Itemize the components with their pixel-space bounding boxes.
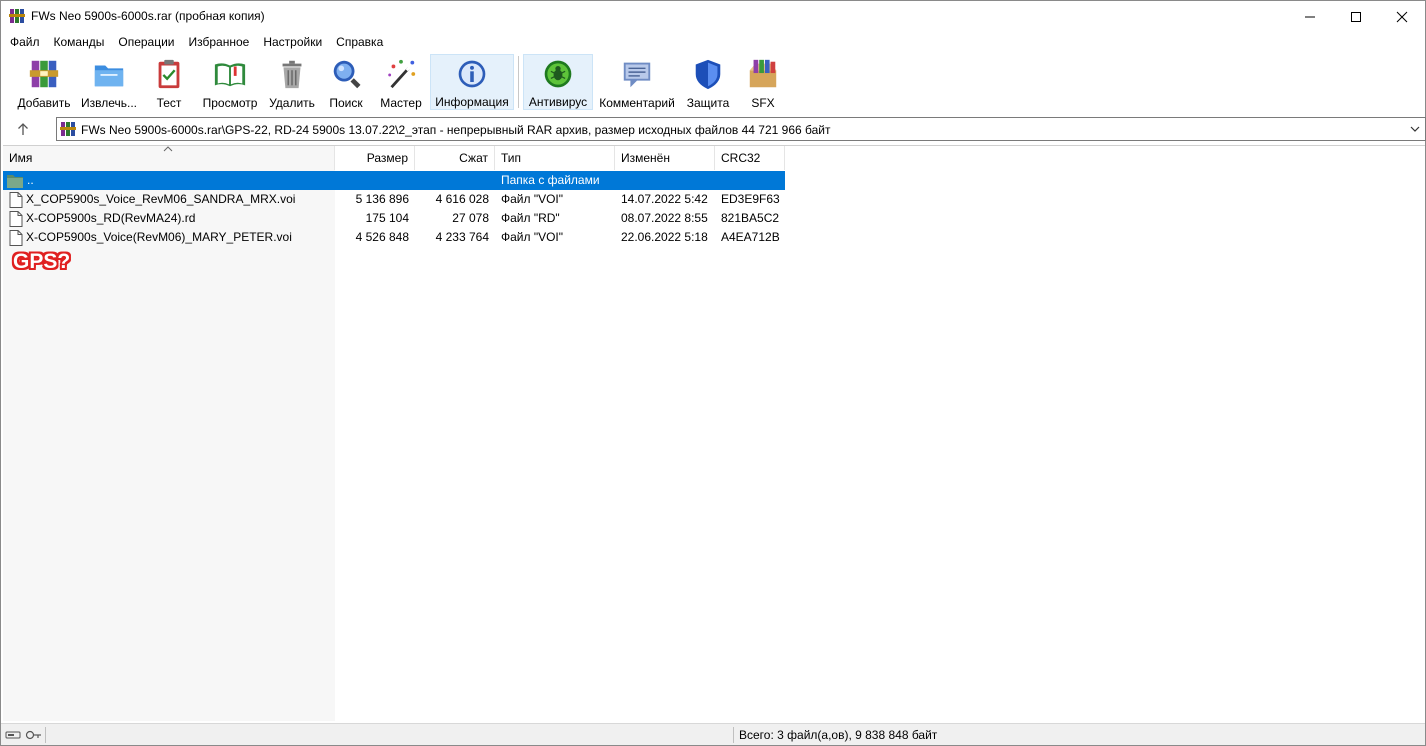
file-icon [9, 230, 23, 246]
comment-bubble-icon [623, 62, 651, 88]
column-header-row: Имя Размер Сжат Тип Изменён CRC32 [3, 146, 785, 170]
magic-wand-icon [388, 59, 416, 89]
shield-icon [695, 59, 721, 90]
file-icon [9, 192, 23, 208]
winrar-window: FWs Neo 5900s-6000s.rar (пробная копия) … [0, 0, 1426, 746]
find-button[interactable]: Поиск [324, 54, 368, 110]
add-button[interactable]: Добавить [15, 54, 73, 110]
menu-settings[interactable]: Настройки [256, 35, 329, 49]
minimize-button[interactable] [1287, 1, 1333, 32]
search-icon [333, 60, 361, 89]
maximize-icon [1351, 11, 1361, 22]
trash-icon [282, 60, 302, 89]
winrar-app-icon [9, 9, 25, 23]
status-total: Всего: 3 файл(а,ов), 9 838 848 байт [739, 728, 938, 742]
antivirus-button[interactable]: Антивирус [523, 54, 593, 110]
status-bar: Всего: 3 файл(а,ов), 9 838 848 байт [1, 723, 1425, 745]
file-list: Имя Размер Сжат Тип Изменён CRC32 .. Пап… [3, 145, 1425, 721]
window-title: FWs Neo 5900s-6000s.rar (пробная копия) [31, 9, 265, 23]
annotation-label: GPS? [13, 250, 71, 273]
view-book-icon [214, 63, 246, 87]
view-button[interactable]: Просмотр [199, 54, 261, 110]
arrow-up-icon [18, 123, 28, 135]
menu-operations[interactable]: Операции [111, 35, 181, 49]
column-header-size[interactable]: Размер [335, 146, 415, 170]
comment-button[interactable]: Комментарий [597, 54, 677, 110]
info-button[interactable]: Информация [430, 54, 514, 110]
protect-button[interactable]: Защита [683, 54, 733, 110]
address-row: FWs Neo 5900s-6000s.rar\GPS-22, RD-24 59… [1, 115, 1426, 143]
status-divider [733, 727, 734, 743]
up-folder-button[interactable] [11, 120, 35, 138]
table-row[interactable]: X_COP5900s_Voice_RevM06_SANDRA_MRX.voi 5… [3, 190, 785, 209]
info-icon [458, 60, 486, 88]
close-button[interactable] [1379, 1, 1425, 32]
sfx-button[interactable]: SFX [741, 54, 785, 110]
column-header-name[interactable]: Имя [3, 146, 335, 170]
column-header-modified[interactable]: Изменён [615, 146, 715, 170]
delete-button[interactable]: Удалить [267, 54, 317, 110]
column-header-type[interactable]: Тип [495, 146, 615, 170]
add-archive-icon [29, 60, 59, 88]
menu-file[interactable]: Файл [3, 35, 47, 49]
title-bar: FWs Neo 5900s-6000s.rar (пробная копия) [1, 1, 1425, 32]
drive-key-icon [5, 730, 41, 740]
toolbar-separator [518, 56, 519, 108]
menu-help[interactable]: Справка [329, 35, 390, 49]
file-icon [9, 211, 23, 227]
extract-folder-icon [94, 65, 124, 87]
antivirus-bug-icon [544, 60, 572, 88]
address-bar[interactable]: FWs Neo 5900s-6000s.rar\GPS-22, RD-24 59… [56, 117, 1426, 141]
toolbar: Добавить Извлечь... Тест Просмотр Удалит… [1, 52, 1425, 113]
test-button[interactable]: Тест [147, 54, 191, 110]
chevron-down-icon[interactable] [1409, 122, 1421, 136]
table-row-parent-folder[interactable]: .. Папка с файлами [3, 171, 785, 190]
menu-bar: Файл Команды Операции Избранное Настройк… [1, 32, 1425, 52]
column-header-packed[interactable]: Сжат [415, 146, 495, 170]
menu-commands[interactable]: Команды [47, 35, 112, 49]
table-row[interactable]: X-COP5900s_Voice(RevM06)_MARY_PETER.voi … [3, 228, 785, 247]
column-header-crc32[interactable]: CRC32 [715, 146, 785, 170]
rar-archive-icon [60, 122, 76, 136]
maximize-button[interactable] [1333, 1, 1379, 32]
minimize-icon [1305, 16, 1315, 17]
sfx-box-icon [749, 59, 777, 88]
wizard-button[interactable]: Мастер [377, 54, 425, 110]
table-row[interactable]: X-COP5900s_RD(RevMA24).rd 175 104 27 078… [3, 209, 785, 228]
test-clipboard-icon [158, 59, 180, 89]
menu-favorites[interactable]: Избранное [182, 35, 257, 49]
close-icon [1396, 11, 1408, 22]
extract-button[interactable]: Извлечь... [79, 54, 139, 110]
status-divider [45, 727, 46, 743]
archive-path: FWs Neo 5900s-6000s.rar\GPS-22, RD-24 59… [81, 123, 831, 137]
folder-icon [7, 175, 23, 188]
